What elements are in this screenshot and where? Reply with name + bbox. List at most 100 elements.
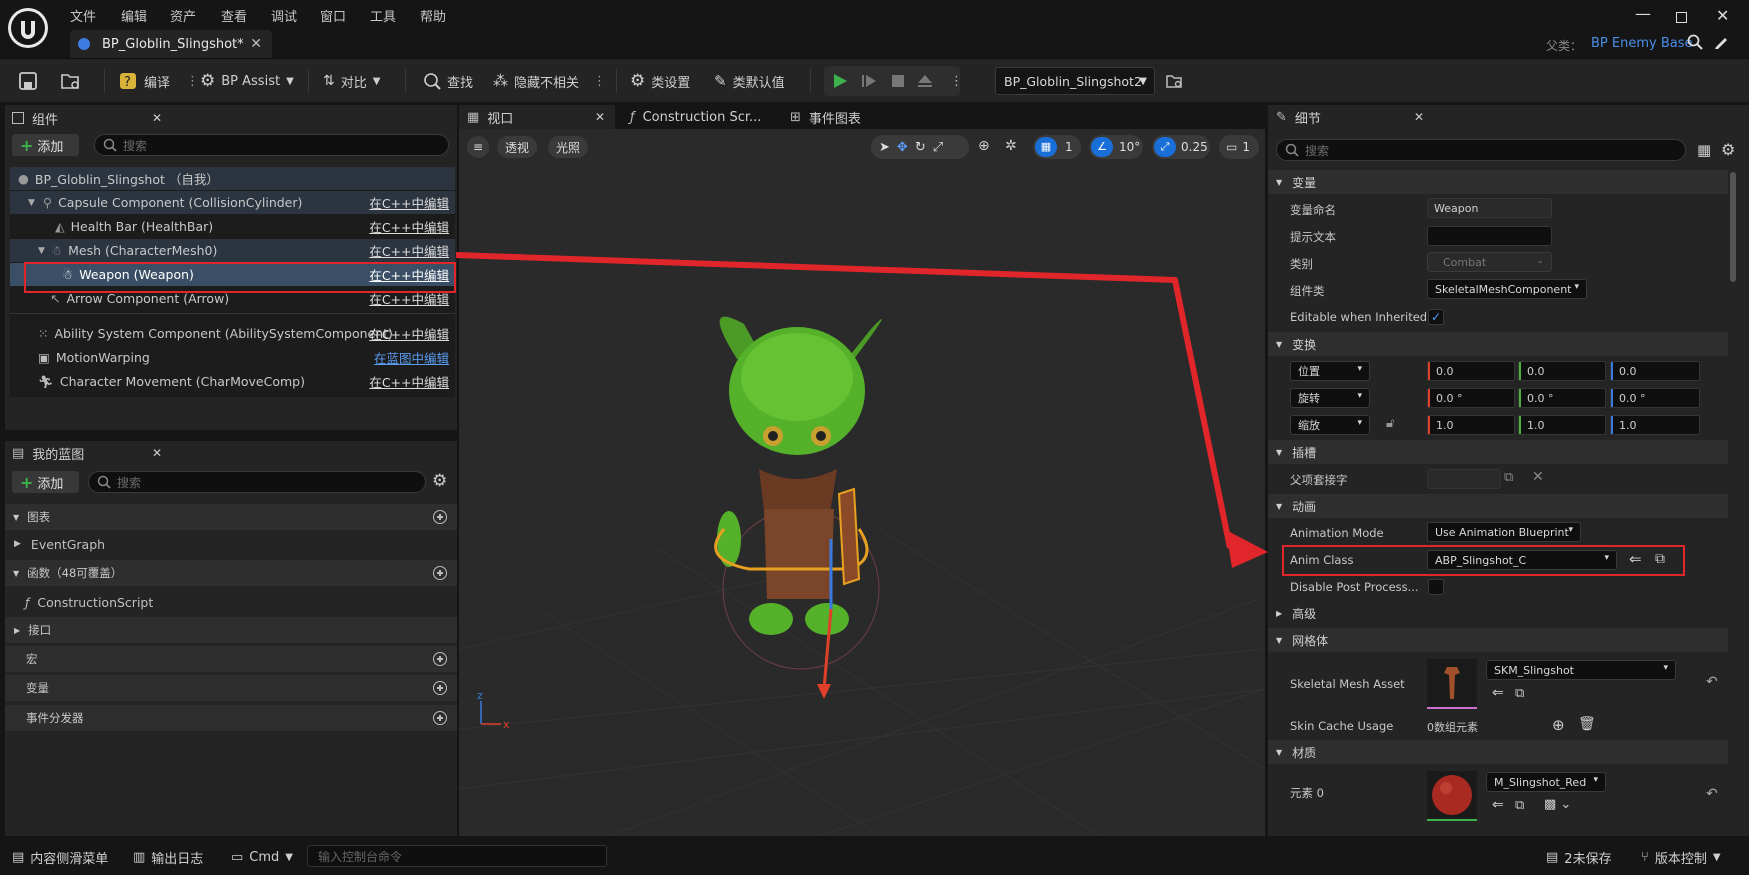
close-window-icon[interactable]: ✕ bbox=[1716, 6, 1729, 25]
edit-in-cpp-link[interactable]: 在C++中编辑 bbox=[369, 324, 449, 343]
select-icon[interactable]: ➤ bbox=[879, 140, 890, 155]
rotation-y-field[interactable]: 0.0 ° bbox=[1518, 388, 1606, 408]
pencil-icon[interactable] bbox=[1713, 34, 1729, 50]
components-search-input[interactable]: 搜索 bbox=[94, 134, 449, 156]
anim-mode-dropdown[interactable]: Use Animation Blueprint ▾ bbox=[1427, 522, 1581, 542]
category-dropdown[interactable]: Combat ⌄ bbox=[1427, 252, 1552, 272]
compile-button[interactable]: ? 编译 ⋮ bbox=[118, 59, 199, 103]
use-selected-icon[interactable]: ⇐ bbox=[1492, 685, 1504, 701]
cmd-dropdown[interactable]: ▭ Cmd ▼ bbox=[231, 840, 293, 875]
settings-gear-icon[interactable]: ⚙ bbox=[1721, 140, 1735, 159]
use-selected-icon[interactable]: ⇐ bbox=[1492, 797, 1504, 813]
tree-item-char-movement[interactable]: 🏃︎ Character Movement (CharMoveComp) 在C+… bbox=[10, 370, 455, 393]
class-defaults-button[interactable]: ✎ 类默认值 bbox=[714, 59, 785, 103]
settings-gear-icon[interactable]: ⚙ bbox=[432, 471, 447, 491]
diff-button[interactable]: ⇅ 对比 ▼ bbox=[323, 59, 380, 103]
details-tab[interactable]: ✎ 细节 ✕ bbox=[1276, 105, 1424, 129]
close-icon[interactable]: ✕ bbox=[152, 111, 162, 125]
clear-icon[interactable]: ✕ bbox=[1532, 469, 1544, 485]
tree-item-healthbar[interactable]: ◭ Health Bar (HealthBar) 在C++中编辑 bbox=[10, 215, 455, 238]
parent-class-link[interactable]: BP Enemy Base bbox=[1591, 36, 1693, 51]
lock-icon[interactable]: 🔓︎ bbox=[1386, 416, 1394, 431]
surface-snap-icon[interactable]: ✲ bbox=[1005, 138, 1017, 154]
play-options-icon[interactable]: ⋮ bbox=[950, 59, 963, 103]
edit-in-cpp-link[interactable]: 在C++中编辑 bbox=[369, 372, 449, 391]
find-button[interactable]: 查找 bbox=[423, 59, 473, 103]
tab-viewport[interactable]: ▦ 视口 ✕ bbox=[459, 105, 615, 129]
source-control-button[interactable]: ⑂ 版本控制 ▼ bbox=[1641, 840, 1721, 875]
add-variable-icon[interactable] bbox=[433, 681, 447, 695]
menu-debug[interactable]: 调试 bbox=[271, 6, 297, 25]
edit-in-cpp-link[interactable]: 在C++中编辑 bbox=[369, 241, 449, 260]
menu-edit[interactable]: 编辑 bbox=[121, 6, 147, 25]
event-graph-item[interactable]: ▶ EventGraph bbox=[5, 532, 457, 556]
scale-snap-toggle[interactable]: ⤢ 0.25 bbox=[1152, 135, 1210, 159]
grid-snap-toggle[interactable]: ▦ 1 bbox=[1033, 135, 1081, 159]
details-section-mesh[interactable]: ▼ 网格体 bbox=[1268, 628, 1728, 652]
viewport-menu-button[interactable]: ≡ bbox=[467, 136, 489, 158]
menu-tools[interactable]: 工具 bbox=[370, 6, 396, 25]
section-functions[interactable]: ▼ 函数（48可覆盖） bbox=[5, 560, 457, 586]
angle-snap-toggle[interactable]: ∠ 10° bbox=[1089, 135, 1143, 159]
class-settings-button[interactable]: ⚙ 类设置 bbox=[630, 59, 690, 103]
location-y-field[interactable]: 0.0 bbox=[1518, 361, 1606, 381]
step-button[interactable] bbox=[860, 59, 878, 103]
location-z-field[interactable]: 0.0 bbox=[1610, 361, 1700, 381]
rotation-dropdown[interactable]: 旋转 ▾ bbox=[1290, 388, 1370, 408]
scale-z-field[interactable]: 1.0 bbox=[1610, 415, 1700, 435]
table-view-icon[interactable]: ▦ bbox=[1697, 141, 1711, 159]
section-macros[interactable]: 宏 bbox=[5, 646, 457, 672]
lighting-button[interactable]: 光照 bbox=[548, 136, 589, 158]
menu-view[interactable]: 查看 bbox=[221, 6, 247, 25]
details-section-transform[interactable]: ▼ 变换 bbox=[1268, 332, 1728, 356]
details-section-socket[interactable]: ▼ 插槽 bbox=[1268, 440, 1728, 464]
details-scrollbar[interactable] bbox=[1730, 172, 1736, 282]
skeletal-mesh-dropdown[interactable]: SKM_Slingshot ▾ bbox=[1486, 660, 1676, 680]
viewport[interactable]: x z bbox=[459, 129, 1265, 836]
add-element-icon[interactable]: ⊕ bbox=[1552, 716, 1565, 734]
folder-search-icon[interactable]: ⧉ bbox=[1504, 470, 1513, 485]
location-dropdown[interactable]: 位置 ▾ bbox=[1290, 361, 1370, 381]
eject-button[interactable] bbox=[916, 59, 934, 103]
output-log-button[interactable]: ▥ 输出日志 bbox=[133, 840, 203, 875]
tree-item-ability-system[interactable]: ⁙ Ability System Component (AbilitySyste… bbox=[10, 322, 455, 345]
save-button[interactable] bbox=[18, 59, 38, 103]
details-section-advanced[interactable]: ▶ 高级 bbox=[1268, 601, 1728, 625]
menu-asset[interactable]: 资产 bbox=[170, 6, 196, 25]
menu-help[interactable]: 帮助 bbox=[420, 6, 446, 25]
browse-debug-button[interactable] bbox=[1165, 59, 1183, 103]
details-section-animation[interactable]: ▼ 动画 bbox=[1268, 494, 1728, 518]
hide-unrelated-button[interactable]: ⁂ 隐藏不相关 ⋮ bbox=[493, 59, 606, 103]
scale-dropdown[interactable]: 缩放 ▾ bbox=[1290, 415, 1370, 435]
add-component-button[interactable]: + 添加 bbox=[12, 134, 79, 156]
add-member-button[interactable]: + 添加 bbox=[12, 471, 79, 493]
disable-post-process-checkbox[interactable] bbox=[1428, 579, 1444, 595]
details-section-variable[interactable]: ▼ 变量 bbox=[1268, 170, 1728, 194]
unsaved-button[interactable]: ▤ 2未保存 bbox=[1546, 840, 1612, 875]
tab-event-graph[interactable]: ⊞ 事件图表 bbox=[790, 105, 910, 129]
bp-assist-button[interactable]: ⚙ BP Assist ▼ bbox=[200, 59, 294, 103]
location-x-field[interactable]: 0.0 bbox=[1427, 361, 1515, 381]
my-blueprint-search-input[interactable]: 搜索 bbox=[88, 471, 426, 493]
editable-checkbox[interactable]: ✓ bbox=[1428, 309, 1444, 325]
scale-icon[interactable]: ⤢ bbox=[933, 140, 943, 155]
section-interfaces[interactable]: ▶ 接口 bbox=[5, 617, 457, 643]
checker-icon[interactable]: ▩ ⌄ bbox=[1544, 797, 1571, 812]
construction-script-item[interactable]: ƒ ConstructionScript bbox=[5, 590, 457, 614]
browse-button[interactable] bbox=[60, 59, 82, 103]
tab-construction-script[interactable]: ƒ Construction Scr... bbox=[630, 105, 780, 129]
maximize-icon[interactable] bbox=[1676, 12, 1687, 23]
close-icon[interactable]: ✕ bbox=[1414, 110, 1424, 124]
menu-file[interactable]: 文件 bbox=[70, 6, 96, 25]
comp-class-dropdown[interactable]: SkeletalMeshComponent ▾ bbox=[1427, 279, 1587, 299]
unreal-logo-icon[interactable] bbox=[8, 8, 48, 48]
tree-item-capsule[interactable]: ▼ ⚲ Capsule Component (CollisionCylinder… bbox=[10, 191, 455, 214]
browse-asset-icon[interactable]: ⧉ bbox=[1515, 686, 1524, 701]
add-graph-icon[interactable] bbox=[433, 510, 447, 524]
world-local-icon[interactable]: ⊕ bbox=[978, 138, 990, 154]
material-thumbnail[interactable] bbox=[1427, 771, 1477, 821]
reset-icon[interactable]: ↶ bbox=[1706, 786, 1718, 802]
rotate-icon[interactable]: ↻ bbox=[915, 140, 926, 155]
rotation-z-field[interactable]: 0.0 ° bbox=[1610, 388, 1700, 408]
move-icon[interactable]: ✥ bbox=[897, 140, 908, 155]
